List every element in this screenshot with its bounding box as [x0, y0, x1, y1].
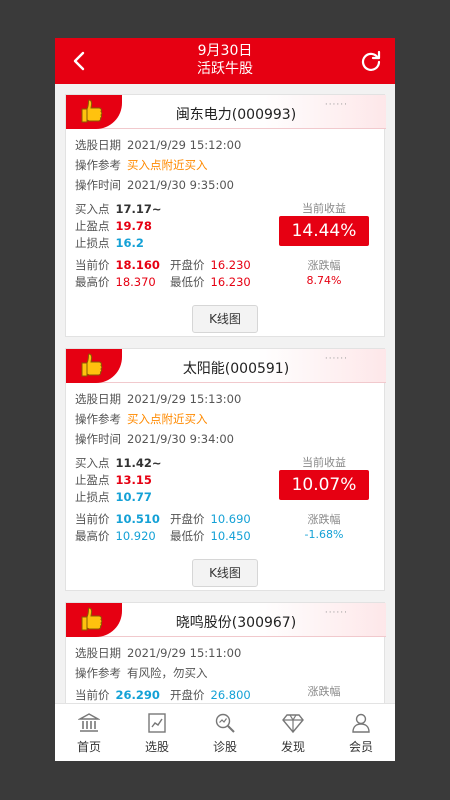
take-profit-value: 19.78 — [115, 219, 152, 233]
stop-loss-value: 10.77 — [115, 490, 152, 504]
select-date-value: 2021/9/29 15:11:00 — [127, 646, 242, 660]
tab-label: 诊股 — [212, 740, 237, 754]
stock-card: 太阳能(000591) ······ 选股日期 2021/9/29 15:13:0… — [65, 348, 386, 591]
current-profit-label: 当前收益 — [302, 202, 346, 215]
open-price-value: 26.800 — [210, 688, 251, 702]
open-price-label: 开盘价 — [170, 688, 205, 702]
tab-home[interactable]: 首页 — [55, 704, 123, 761]
op-time-label: 操作时间 — [75, 178, 121, 192]
take-profit-label: 止盈点 — [75, 219, 110, 233]
user-icon — [352, 713, 370, 733]
current-price-value: 10.510 — [115, 512, 160, 526]
current-price-label: 当前价 — [75, 688, 110, 702]
op-time-label: 操作时间 — [75, 432, 121, 446]
top-bar: 9月30日 活跃牛股 — [55, 38, 395, 84]
kline-button[interactable]: K线图 — [192, 305, 258, 333]
bottom-tab-bar: 首页 选股 诊股 发现 会员 — [55, 703, 395, 761]
change-label: 涨跌幅 — [307, 685, 341, 698]
operation-value: 有风险，勿买入 — [127, 666, 208, 680]
operation-label: 操作参考 — [75, 158, 121, 172]
card-header: 晓鸣股份(300967) ······ — [66, 603, 386, 637]
take-profit-label: 止盈点 — [75, 473, 110, 487]
tab-label: 首页 — [76, 740, 101, 754]
header-date: 9月30日 — [197, 43, 253, 59]
change-value: 8.74% — [306, 274, 342, 287]
current-price-label: 当前价 — [75, 512, 110, 526]
buy-point-label: 买入点 — [75, 202, 110, 216]
change-label: 涨跌幅 — [307, 513, 341, 526]
stop-loss-value: 16.2 — [115, 236, 144, 250]
kline-button[interactable]: K线图 — [192, 559, 258, 587]
open-price-label: 开盘价 — [170, 258, 205, 272]
operation-label: 操作参考 — [75, 666, 121, 680]
refresh-icon[interactable] — [359, 49, 383, 73]
change-label: 涨跌幅 — [307, 259, 341, 272]
high-price-label: 最高价 — [75, 275, 110, 289]
stop-loss-label: 止损点 — [75, 236, 110, 250]
operation-label: 操作参考 — [75, 412, 121, 426]
current-price-label: 当前价 — [75, 258, 110, 272]
current-price-value: 26.290 — [115, 688, 160, 702]
open-price-label: 开盘价 — [170, 512, 205, 526]
tab-label: 选股 — [144, 740, 169, 754]
decor-dots: ······ — [324, 354, 348, 364]
select-date-label: 选股日期 — [75, 392, 121, 406]
card-header: 太阳能(000591) ······ — [66, 349, 386, 383]
diamond-icon — [282, 714, 304, 734]
change-value: -1.68% — [304, 528, 344, 541]
decor-dots: ······ — [324, 608, 348, 618]
select-date-value: 2021/9/29 15:12:00 — [127, 138, 242, 152]
operation-value: 买入点附近买入 — [127, 158, 208, 172]
current-price-value: 18.160 — [115, 258, 160, 272]
stop-loss-label: 止损点 — [75, 490, 110, 504]
low-price-value: 10.450 — [210, 529, 251, 543]
tab-stock-pick[interactable]: 选股 — [123, 704, 191, 761]
op-time-value: 2021/9/30 9:35:00 — [127, 178, 234, 192]
tab-label: 发现 — [280, 740, 305, 754]
select-date-label: 选股日期 — [75, 646, 121, 660]
profit-value: 10.07% — [279, 470, 369, 500]
tab-discover[interactable]: 发现 — [259, 704, 327, 761]
stock-card: 晓鸣股份(300967) ······ 选股日期 2021/9/29 15:11:… — [65, 602, 386, 703]
magnify-chart-icon — [215, 713, 235, 733]
low-price-label: 最低价 — [170, 529, 205, 543]
open-price-value: 10.690 — [210, 512, 251, 526]
buy-point-label: 买入点 — [75, 456, 110, 470]
buy-point-value: 11.42~ — [115, 456, 162, 470]
select-date-label: 选股日期 — [75, 138, 121, 152]
tab-member[interactable]: 会员 — [327, 704, 395, 761]
stock-list[interactable]: 闽东电力(000993) ······ 选股日期 2021/9/29 15:12:… — [55, 84, 395, 703]
tab-label: 会员 — [348, 740, 373, 754]
decor-dots: ······ — [324, 100, 348, 110]
bank-icon — [78, 713, 100, 732]
app-screen: 9月30日 活跃牛股 闽东电力(000993) ······ 选股日期 2021/… — [55, 38, 395, 761]
page-title: 活跃牛股 — [197, 61, 253, 77]
high-price-label: 最高价 — [75, 529, 110, 543]
op-time-value: 2021/9/30 9:34:00 — [127, 432, 234, 446]
current-profit-label: 当前收益 — [302, 456, 346, 469]
operation-value: 买入点附近买入 — [127, 412, 208, 426]
low-price-value: 16.230 — [210, 275, 251, 289]
chart-doc-icon — [148, 713, 166, 733]
profit-value: 14.44% — [279, 216, 369, 246]
select-date-value: 2021/9/29 15:13:00 — [127, 392, 242, 406]
card-header: 闽东电力(000993) ······ — [66, 95, 386, 129]
stock-card: 闽东电力(000993) ······ 选股日期 2021/9/29 15:12:… — [65, 94, 386, 337]
high-price-value: 18.370 — [115, 275, 156, 289]
high-price-value: 10.920 — [115, 529, 156, 543]
buy-point-value: 17.17~ — [115, 202, 162, 216]
take-profit-value: 13.15 — [115, 473, 152, 487]
open-price-value: 16.230 — [210, 258, 251, 272]
low-price-label: 最低价 — [170, 275, 205, 289]
tab-diagnose[interactable]: 诊股 — [191, 704, 259, 761]
